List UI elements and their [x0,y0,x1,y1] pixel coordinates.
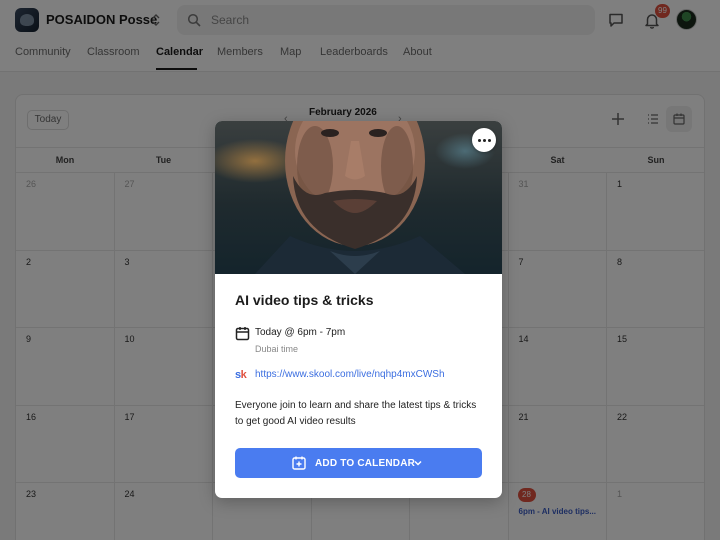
event-live-link[interactable]: https://www.skool.com/live/nqhp4mxCWSh [255,369,445,380]
add-to-calendar-label: ADD TO CALENDAR [315,458,416,469]
event-description: Everyone join to learn and share the lat… [235,400,477,427]
skool-logo-icon: sk [235,369,247,381]
event-time: Today @ 6pm - 7pm [255,327,346,338]
more-options-button[interactable] [472,128,496,152]
event-cover-image [215,121,502,274]
calendar-plus-icon [292,456,306,470]
event-title: AI video tips & tricks [235,292,374,308]
event-modal: AI video tips & tricks Today @ 6pm - 7pm… [215,121,502,498]
event-timezone: Dubai time [255,344,299,354]
more-dots-icon [478,139,481,142]
chevron-down-icon [414,460,422,466]
add-to-calendar-button[interactable]: ADD TO CALENDAR [235,448,482,478]
calendar-icon [235,327,250,341]
